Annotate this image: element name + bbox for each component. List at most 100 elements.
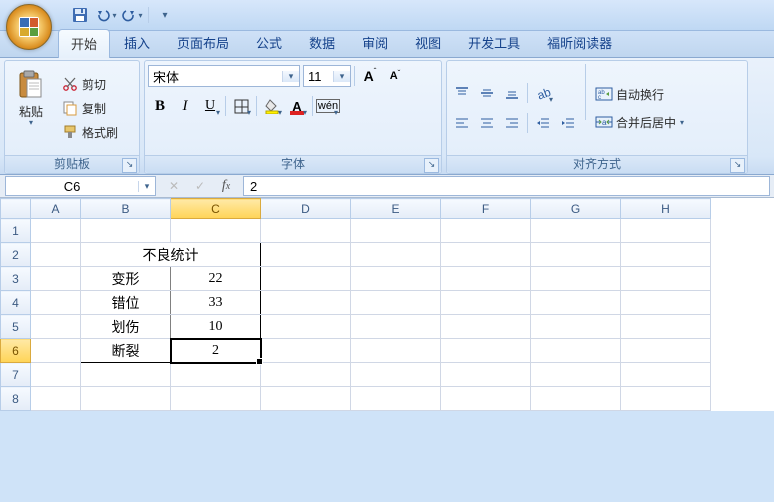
cell-A8[interactable]	[31, 387, 81, 411]
cell-G6[interactable]	[531, 339, 621, 363]
align-bottom-button[interactable]	[500, 81, 524, 105]
cell-A5[interactable]	[31, 315, 81, 339]
col-header-G[interactable]: G	[531, 199, 621, 219]
cell-G1[interactable]	[531, 219, 621, 243]
cell-G2[interactable]	[531, 243, 621, 267]
fx-button[interactable]: fx	[213, 175, 239, 197]
cell-F7[interactable]	[441, 363, 531, 387]
increase-indent-button[interactable]	[556, 111, 580, 135]
cell-A4[interactable]	[31, 291, 81, 315]
cell-F3[interactable]	[441, 267, 531, 291]
cell-H5[interactable]	[621, 315, 711, 339]
cell-F8[interactable]	[441, 387, 531, 411]
col-header-H[interactable]: H	[621, 199, 711, 219]
align-top-button[interactable]	[450, 81, 474, 105]
align-right-button[interactable]	[500, 111, 524, 135]
row-header-8[interactable]: 8	[1, 387, 31, 411]
decrease-font-button[interactable]: Aˇ	[383, 64, 407, 88]
paste-button[interactable]: 粘贴 ▾	[8, 64, 54, 152]
tab-7[interactable]: 开发工具	[455, 28, 533, 57]
cell-C7[interactable]	[171, 363, 261, 387]
cell-G3[interactable]	[531, 267, 621, 291]
qat-customize[interactable]: ▾	[153, 3, 177, 27]
cell-D7[interactable]	[261, 363, 351, 387]
redo-button[interactable]: ▾	[120, 3, 144, 27]
col-header-A[interactable]: A	[31, 199, 81, 219]
align-middle-button[interactable]	[475, 81, 499, 105]
row-header-3[interactable]: 3	[1, 267, 31, 291]
cell-E6[interactable]	[351, 339, 441, 363]
phonetic-button[interactable]: wén	[316, 94, 340, 118]
cell-C4[interactable]: 33	[171, 291, 261, 315]
cell-A1[interactable]	[31, 219, 81, 243]
orientation-button[interactable]: ab	[531, 81, 555, 105]
cell-F4[interactable]	[441, 291, 531, 315]
cell-B8[interactable]	[81, 387, 171, 411]
align-center-button[interactable]	[475, 111, 499, 135]
cell-B5[interactable]: 划伤	[81, 315, 171, 339]
row-header-2[interactable]: 2	[1, 243, 31, 267]
row-header-6[interactable]: 6	[1, 339, 31, 363]
font-size-select[interactable]: 11▾	[303, 65, 351, 87]
merge-center-button[interactable]: a合并后居中▾	[591, 111, 688, 133]
cell-A3[interactable]	[31, 267, 81, 291]
tab-1[interactable]: 插入	[111, 28, 163, 57]
spreadsheet-grid[interactable]: ABCDEFGH12不良统计3变形224错位335划伤106断裂278	[0, 198, 774, 411]
bold-button[interactable]: B	[148, 94, 172, 118]
cell-G5[interactable]	[531, 315, 621, 339]
name-box[interactable]: C6▾	[5, 176, 156, 196]
cell-B4[interactable]: 错位	[81, 291, 171, 315]
cell-H8[interactable]	[621, 387, 711, 411]
col-header-F[interactable]: F	[441, 199, 531, 219]
cell-F1[interactable]	[441, 219, 531, 243]
cell-A7[interactable]	[31, 363, 81, 387]
col-header-B[interactable]: B	[81, 199, 171, 219]
cell-H6[interactable]	[621, 339, 711, 363]
cell-E3[interactable]	[351, 267, 441, 291]
dialog-launcher[interactable]: ↘	[424, 158, 439, 173]
fill-color-button[interactable]	[260, 94, 284, 118]
tab-3[interactable]: 公式	[243, 28, 295, 57]
dialog-launcher[interactable]: ↘	[730, 158, 745, 173]
cell-E7[interactable]	[351, 363, 441, 387]
col-header-C[interactable]: C	[171, 199, 261, 219]
cell-F6[interactable]	[441, 339, 531, 363]
cell-B6[interactable]: 断裂	[81, 339, 171, 363]
cut-button[interactable]: 剪切	[57, 73, 122, 95]
cell-G7[interactable]	[531, 363, 621, 387]
col-header-D[interactable]: D	[261, 199, 351, 219]
cell-D8[interactable]	[261, 387, 351, 411]
wrap-text-button[interactable]: abc自动换行	[591, 83, 688, 105]
cell-A2[interactable]	[31, 243, 81, 267]
select-all[interactable]	[1, 199, 31, 219]
tab-8[interactable]: 福昕阅读器	[534, 28, 625, 57]
cell-B3[interactable]: 变形	[81, 267, 171, 291]
cell-D2[interactable]	[261, 243, 351, 267]
cell-D1[interactable]	[261, 219, 351, 243]
undo-button[interactable]: ▾	[94, 3, 118, 27]
cell-C6[interactable]: 2	[171, 339, 261, 363]
tab-4[interactable]: 数据	[296, 28, 348, 57]
dialog-launcher[interactable]: ↘	[122, 158, 137, 173]
cell-C3[interactable]: 22	[171, 267, 261, 291]
cell-E4[interactable]	[351, 291, 441, 315]
tab-0[interactable]: 开始	[58, 29, 110, 58]
row-header-5[interactable]: 5	[1, 315, 31, 339]
tab-2[interactable]: 页面布局	[164, 28, 242, 57]
italic-button[interactable]: I	[173, 94, 197, 118]
cell-B1[interactable]	[81, 219, 171, 243]
cell-E1[interactable]	[351, 219, 441, 243]
cell-C1[interactable]	[171, 219, 261, 243]
office-button[interactable]	[6, 4, 52, 50]
copy-button[interactable]: 复制	[57, 97, 122, 119]
cell-H2[interactable]	[621, 243, 711, 267]
cell-D5[interactable]	[261, 315, 351, 339]
cell-E8[interactable]	[351, 387, 441, 411]
tab-5[interactable]: 审阅	[349, 28, 401, 57]
cell-D6[interactable]	[261, 339, 351, 363]
font-name-select[interactable]: 宋体▾	[148, 65, 300, 87]
cell-H7[interactable]	[621, 363, 711, 387]
cell-G8[interactable]	[531, 387, 621, 411]
increase-font-button[interactable]: Aˆ	[358, 64, 382, 88]
cell-C5[interactable]: 10	[171, 315, 261, 339]
